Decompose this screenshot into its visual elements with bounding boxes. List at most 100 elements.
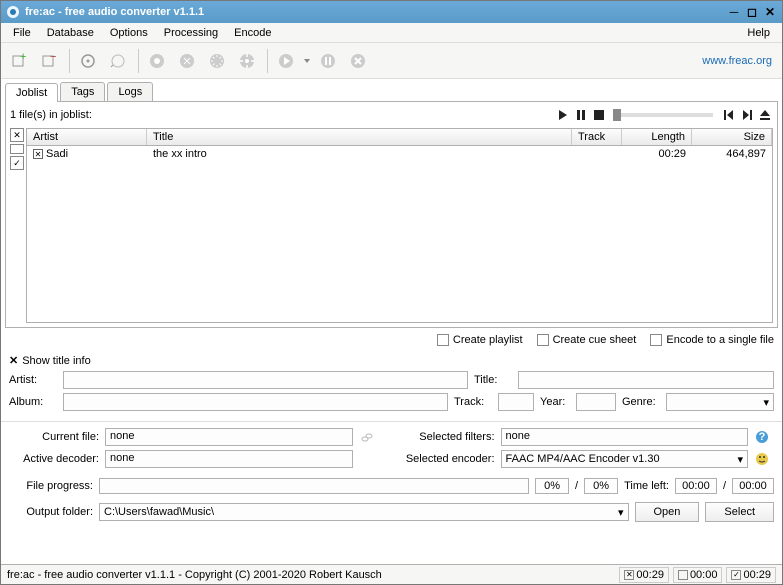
selectedfilters-value: none — [501, 428, 749, 446]
tab-joblist[interactable]: Joblist — [5, 83, 58, 102]
menu-processing[interactable]: Processing — [156, 25, 226, 41]
genre-select[interactable]: ▾ — [666, 393, 774, 411]
col-size[interactable]: Size — [692, 129, 772, 145]
toolbar: + − www.freac.org — [1, 43, 782, 79]
stop-button[interactable] — [591, 107, 607, 123]
output-folder-row: Output folder: C:\Users\fawad\Music\▾ Op… — [1, 498, 782, 530]
tab-tags[interactable]: Tags — [60, 82, 105, 101]
selectedencoder-label: Selected encoder: — [385, 453, 495, 465]
time1: 00:00 — [675, 478, 717, 494]
currentfile-label: Current file: — [9, 431, 99, 443]
seek-slider[interactable] — [613, 113, 713, 117]
progress-panel: Current file: none Selected filters: non… — [1, 421, 782, 474]
row-remove-icon[interactable]: ✕ — [33, 149, 43, 159]
currentfile-value: none — [105, 428, 353, 446]
menu-database[interactable]: Database — [39, 25, 102, 41]
album-input[interactable] — [63, 393, 448, 411]
menu-encode[interactable]: Encode — [226, 25, 279, 41]
col-artist[interactable]: Artist — [27, 129, 147, 145]
encode-options: Create playlist Create cue sheet Encode … — [1, 328, 782, 352]
eject-button[interactable] — [757, 107, 773, 123]
single-file-option[interactable]: Encode to a single file — [650, 334, 774, 346]
col-track[interactable]: Track — [572, 129, 622, 145]
select-all-checkbox[interactable]: ✕ — [10, 128, 24, 142]
artist-input[interactable] — [63, 371, 468, 389]
svg-text:−: − — [50, 52, 56, 63]
status-time2: 00:00 — [673, 567, 723, 583]
create-playlist-option[interactable]: Create playlist — [437, 334, 523, 346]
config-encoder-button[interactable] — [203, 47, 231, 75]
status-bar: fre:ac - free audio converter v1.1.1 - C… — [1, 564, 782, 584]
create-cuesheet-option[interactable]: Create cue sheet — [537, 334, 637, 346]
pct2: 0% — [584, 478, 618, 494]
joblist-panel: 1 file(s) in joblist: ✕ ✓ Artist Title T… — [5, 101, 778, 328]
stop-encode-button[interactable] — [344, 47, 372, 75]
row0-checkbox[interactable]: ✓ — [10, 156, 24, 170]
tab-logs[interactable]: Logs — [107, 82, 153, 101]
genre-label: Genre: — [622, 396, 660, 408]
add-files-button[interactable]: + — [5, 47, 33, 75]
table-header: Artist Title Track Length Size — [27, 129, 772, 146]
encoder-settings-icon[interactable] — [754, 451, 770, 467]
title-info-panel: ✕Show title info Artist: Title: Album: T… — [1, 352, 782, 421]
chevron-down-icon: ▾ — [618, 506, 624, 519]
cddb-query-button[interactable] — [104, 47, 132, 75]
menu-help[interactable]: Help — [739, 25, 778, 41]
status-text: fre:ac - free audio converter v1.1.1 - C… — [7, 569, 615, 581]
col-title[interactable]: Title — [147, 129, 572, 145]
col-length[interactable]: Length — [622, 129, 692, 145]
currentfile-icon — [359, 429, 375, 445]
outputfolder-select[interactable]: C:\Users\fawad\Music\▾ — [99, 503, 629, 521]
prev-track-button[interactable] — [721, 107, 737, 123]
menu-bar: File Database Options Processing Encode … — [1, 23, 782, 43]
open-button[interactable]: Open — [635, 502, 700, 522]
track-input[interactable] — [498, 393, 534, 411]
cell-title: the xx intro — [147, 147, 572, 161]
track-label: Track: — [454, 396, 492, 408]
timeleft-label: Time left: — [624, 480, 669, 492]
artist-label: Artist: — [9, 374, 57, 386]
title-info-toggle[interactable]: ✕Show title info — [9, 354, 774, 367]
pause-button[interactable] — [573, 107, 589, 123]
pause-encode-button[interactable] — [314, 47, 342, 75]
row-check-column: ✕ ✓ — [10, 128, 26, 323]
file-progress-bar — [99, 478, 529, 494]
window-title: fre:ac - free audio converter v1.1.1 — [25, 6, 726, 18]
status-time3: ✓00:29 — [726, 567, 776, 583]
status-time1: ✕00:29 — [619, 567, 669, 583]
menu-options[interactable]: Options — [102, 25, 156, 41]
joblist-table: Artist Title Track Length Size ✕Sadi the… — [26, 128, 773, 323]
settings-button[interactable] — [143, 47, 171, 75]
play-button[interactable] — [555, 107, 571, 123]
minimize-button[interactable]: ─ — [726, 5, 742, 19]
title-bar: fre:ac - free audio converter v1.1.1 ─ ◻… — [1, 1, 782, 23]
menu-file[interactable]: File — [5, 25, 39, 41]
config-plugins-button[interactable] — [233, 47, 261, 75]
maximize-button[interactable]: ◻ — [744, 5, 760, 19]
close-button[interactable]: ✕ — [762, 5, 778, 19]
cell-track — [572, 147, 622, 161]
table-row[interactable]: ✕Sadi the xx intro 00:29 464,897 — [27, 146, 772, 162]
chevron-down-icon: ▾ — [763, 396, 769, 409]
joblist-count: 1 file(s) in joblist: — [10, 109, 553, 121]
svg-text:+: + — [20, 52, 26, 63]
pct1: 0% — [535, 478, 569, 494]
album-label: Album: — [9, 396, 57, 408]
row0-mark[interactable] — [10, 144, 24, 154]
website-link[interactable]: www.freac.org — [702, 55, 778, 67]
year-input[interactable] — [576, 393, 616, 411]
start-encode-button[interactable] — [272, 47, 300, 75]
selectedfilters-label: Selected filters: — [385, 431, 495, 443]
cell-length: 00:29 — [622, 147, 692, 161]
help-icon[interactable]: ? — [754, 429, 770, 445]
config-general-button[interactable] — [173, 47, 201, 75]
svg-text:?: ? — [759, 431, 766, 443]
cddb-button[interactable] — [74, 47, 102, 75]
activedecoder-label: Active decoder: — [9, 453, 99, 465]
select-button[interactable]: Select — [705, 502, 774, 522]
next-track-button[interactable] — [739, 107, 755, 123]
encode-dropdown-button[interactable] — [302, 47, 312, 75]
remove-files-button[interactable]: − — [35, 47, 63, 75]
title-input[interactable] — [518, 371, 774, 389]
selectedencoder-select[interactable]: FAAC MP4/AAC Encoder v1.30▾ — [501, 450, 749, 468]
